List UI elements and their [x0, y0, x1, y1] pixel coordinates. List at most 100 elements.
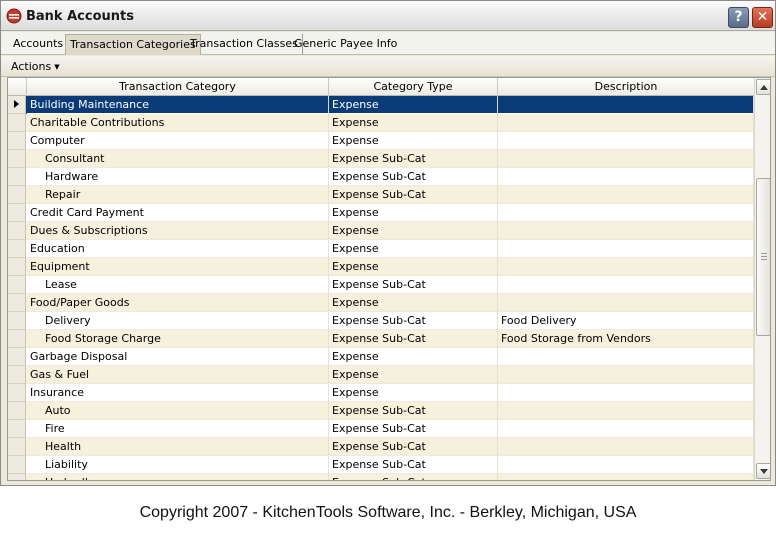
table-row[interactable]: Credit Card Payment Expense	[8, 204, 754, 222]
cell-description[interactable]	[498, 114, 754, 132]
cell-description[interactable]	[498, 456, 754, 474]
cell-transaction-category[interactable]: Credit Card Payment	[27, 204, 329, 222]
cell-category-type[interactable]: Expense	[329, 222, 498, 240]
cell-description[interactable]	[498, 474, 754, 480]
cell-transaction-category[interactable]: Health	[27, 438, 329, 456]
cell-transaction-category[interactable]: Building Maintenance	[27, 96, 329, 114]
row-indicator[interactable]	[8, 222, 26, 240]
cell-category-type[interactable]: Expense	[329, 258, 498, 276]
row-indicator[interactable]	[8, 204, 26, 222]
tab-accounts[interactable]: Accounts	[9, 34, 69, 55]
table-row[interactable]: Building Maintenance Expense	[8, 96, 754, 114]
cell-transaction-category[interactable]: Hardware	[27, 168, 329, 186]
cell-transaction-category[interactable]: Auto	[27, 402, 329, 420]
cell-category-type[interactable]: Expense	[329, 96, 498, 114]
row-indicator[interactable]	[8, 438, 26, 456]
cell-category-type[interactable]: Expense	[329, 114, 498, 132]
row-indicator[interactable]	[8, 474, 26, 480]
row-indicator[interactable]	[8, 402, 26, 420]
table-row[interactable]: Liability Expense Sub-Cat	[8, 456, 754, 474]
cell-category-type[interactable]: Expense Sub-Cat	[329, 420, 498, 438]
row-indicator[interactable]	[8, 186, 26, 204]
table-row[interactable]: Lease Expense Sub-Cat	[8, 276, 754, 294]
cell-transaction-category[interactable]: Delivery	[27, 312, 329, 330]
help-button[interactable]: ?	[728, 7, 749, 28]
cell-transaction-category[interactable]: Umbrella	[27, 474, 329, 480]
cell-category-type[interactable]: Expense Sub-Cat	[329, 456, 498, 474]
cell-description[interactable]	[498, 222, 754, 240]
cell-transaction-category[interactable]: Fire	[27, 420, 329, 438]
cell-transaction-category[interactable]: Garbage Disposal	[27, 348, 329, 366]
tab-transaction-categories[interactable]: Transaction Categories	[65, 34, 201, 55]
table-row[interactable]: Insurance Expense	[8, 384, 754, 402]
cell-description[interactable]	[498, 168, 754, 186]
table-row[interactable]: Auto Expense Sub-Cat	[8, 402, 754, 420]
row-indicator[interactable]	[8, 114, 26, 132]
table-row[interactable]: Equipment Expense	[8, 258, 754, 276]
row-indicator[interactable]	[8, 168, 26, 186]
table-row[interactable]: Repair Expense Sub-Cat	[8, 186, 754, 204]
cell-category-type[interactable]: Expense	[329, 132, 498, 150]
cell-transaction-category[interactable]: Dues & Subscriptions	[27, 222, 329, 240]
table-row[interactable]: Health Expense Sub-Cat	[8, 438, 754, 456]
table-row[interactable]: Charitable Contributions Expense	[8, 114, 754, 132]
scroll-thumb[interactable]	[756, 178, 770, 336]
table-row[interactable]: Hardware Expense Sub-Cat	[8, 168, 754, 186]
cell-description[interactable]	[498, 384, 754, 402]
row-indicator[interactable]	[8, 348, 26, 366]
row-indicator[interactable]	[8, 330, 26, 348]
row-indicator[interactable]	[8, 420, 26, 438]
row-indicator[interactable]	[8, 258, 26, 276]
row-indicator[interactable]	[8, 366, 26, 384]
cell-category-type[interactable]: Expense Sub-Cat	[329, 330, 498, 348]
table-row[interactable]: Delivery Expense Sub-Cat Food Delivery	[8, 312, 754, 330]
cell-description[interactable]	[498, 366, 754, 384]
row-indicator[interactable]	[8, 240, 26, 258]
cell-transaction-category[interactable]: Repair	[27, 186, 329, 204]
cell-category-type[interactable]: Expense	[329, 240, 498, 258]
cell-transaction-category[interactable]: Consultant	[27, 150, 329, 168]
cell-transaction-category[interactable]: Gas & Fuel	[27, 366, 329, 384]
cell-transaction-category[interactable]: Charitable Contributions	[27, 114, 329, 132]
scroll-up-button[interactable]	[756, 79, 770, 95]
table-row[interactable]: Education Expense	[8, 240, 754, 258]
table-row[interactable]: Food/Paper Goods Expense	[8, 294, 754, 312]
table-row[interactable]: Garbage Disposal Expense	[8, 348, 754, 366]
row-indicator[interactable]	[8, 312, 26, 330]
cell-category-type[interactable]: Expense Sub-Cat	[329, 150, 498, 168]
vertical-scrollbar[interactable]	[754, 78, 770, 480]
cell-description[interactable]	[498, 438, 754, 456]
row-indicator[interactable]	[8, 96, 26, 114]
cell-category-type[interactable]: Expense	[329, 294, 498, 312]
cell-category-type[interactable]: Expense Sub-Cat	[329, 474, 498, 480]
cell-transaction-category[interactable]: Food/Paper Goods	[27, 294, 329, 312]
cell-transaction-category[interactable]: Food Storage Charge	[27, 330, 329, 348]
table-row[interactable]: UmbrellaExpense Sub-Cat	[8, 474, 754, 480]
title-bar[interactable]: Bank Accounts ? ✕	[1, 1, 775, 31]
cell-description[interactable]	[498, 150, 754, 168]
cell-category-type[interactable]: Expense Sub-Cat	[329, 402, 498, 420]
cell-description[interactable]	[498, 204, 754, 222]
cell-description[interactable]: Food Delivery	[498, 312, 754, 330]
cell-category-type[interactable]: Expense Sub-Cat	[329, 276, 498, 294]
cell-category-type[interactable]: Expense	[329, 366, 498, 384]
cell-category-type[interactable]: Expense Sub-Cat	[329, 168, 498, 186]
row-indicator[interactable]	[8, 294, 26, 312]
table-row[interactable]: Dues & Subscriptions Expense	[8, 222, 754, 240]
cell-transaction-category[interactable]: Equipment	[27, 258, 329, 276]
cell-description[interactable]	[498, 276, 754, 294]
cell-description[interactable]	[498, 348, 754, 366]
cell-transaction-category[interactable]: Lease	[27, 276, 329, 294]
cell-description[interactable]: Food Storage from Vendors	[498, 330, 754, 348]
row-indicator[interactable]	[8, 456, 26, 474]
table-row[interactable]: Consultant Expense Sub-Cat	[8, 150, 754, 168]
cell-transaction-category[interactable]: Liability	[27, 456, 329, 474]
cell-description[interactable]	[498, 240, 754, 258]
tab-transaction-classes[interactable]: Transaction Classes	[186, 34, 303, 55]
cell-category-type[interactable]: Expense	[329, 204, 498, 222]
cell-description[interactable]	[498, 402, 754, 420]
cell-transaction-category[interactable]: Education	[27, 240, 329, 258]
column-header-category-type[interactable]: Category Type	[329, 78, 498, 96]
cell-category-type[interactable]: Expense Sub-Cat	[329, 186, 498, 204]
scroll-down-button[interactable]	[756, 463, 770, 479]
